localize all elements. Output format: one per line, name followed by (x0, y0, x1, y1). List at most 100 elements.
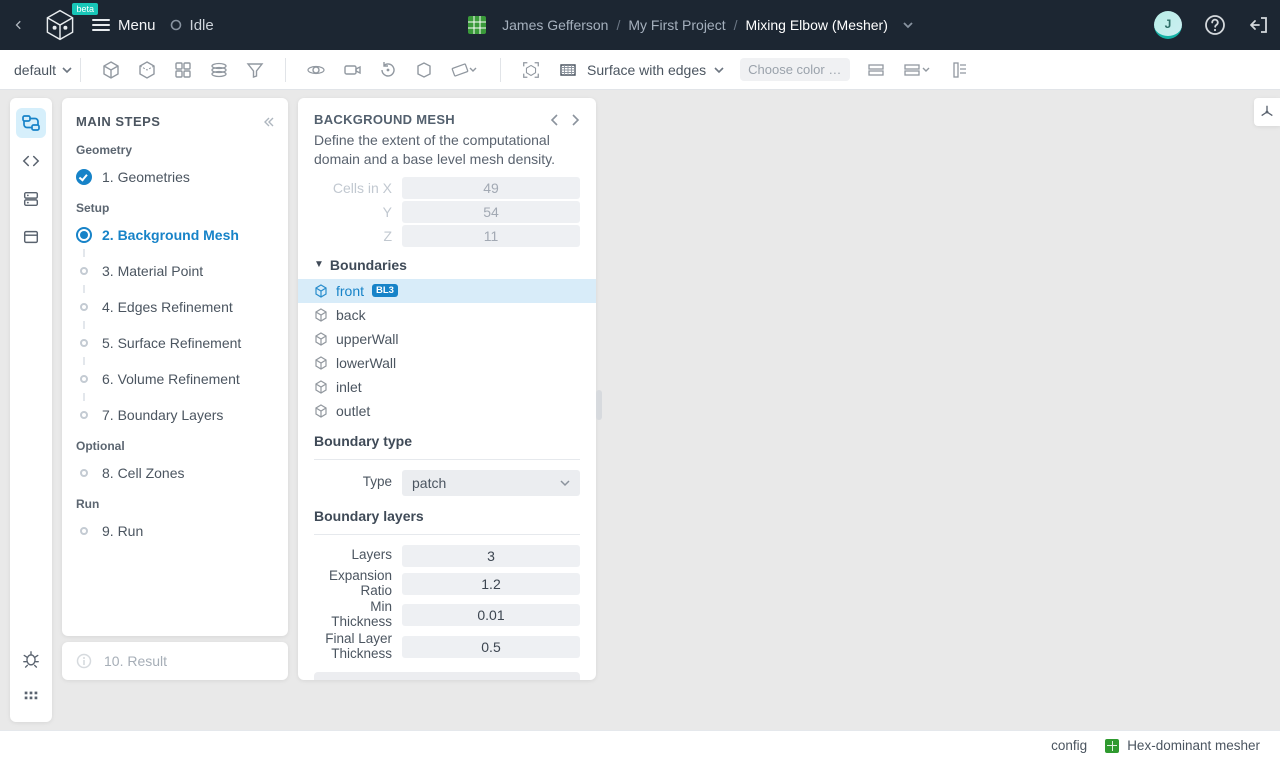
user-avatar[interactable]: J (1154, 11, 1182, 39)
step-background-mesh[interactable]: 2. Background Mesh (76, 221, 274, 249)
step-label: 5. Surface Refinement (102, 335, 241, 351)
footer-mesher[interactable]: Hex-dominant mesher (1105, 738, 1260, 753)
panel-resize-handle[interactable] (596, 390, 602, 420)
rotate-icon[interactable] (378, 60, 398, 80)
work-area: MAIN STEPS Geometry1. GeometriesSetup2. … (0, 90, 1280, 730)
breadcrumb: James Gefferson / My First Project / Mix… (502, 17, 888, 33)
boundary-item-lowerWall[interactable]: lowerWall (298, 351, 596, 375)
final-layer-thickness-input[interactable]: 0.5 (402, 636, 580, 658)
step-boundary-layers[interactable]: 7. Boundary Layers (76, 401, 274, 429)
chevron-down-icon (714, 65, 724, 75)
orbit-icon[interactable] (306, 60, 326, 80)
camera-icon[interactable] (342, 60, 362, 80)
boundary-item-back[interactable]: back (298, 303, 596, 327)
step-label: 2. Background Mesh (102, 227, 239, 243)
inspector-description: Define the extent of the computational d… (314, 131, 580, 169)
colormap-icon[interactable] (866, 60, 886, 80)
boundary-layers-header: Boundary layers (314, 508, 580, 524)
step-volume-refinement[interactable]: 6. Volume Refinement (76, 365, 274, 393)
rail-workflow-button[interactable] (16, 108, 46, 138)
cube-front-icon[interactable] (101, 60, 121, 80)
exit-button[interactable] (1248, 14, 1270, 36)
footer-config[interactable]: config (1051, 738, 1087, 753)
inspector-next-button[interactable] (570, 114, 580, 126)
expansion-ratio-input[interactable]: 1.2 (402, 573, 580, 595)
chevron-down-icon (62, 65, 72, 75)
status-bar: config Hex-dominant mesher (0, 730, 1280, 760)
rail-window-button[interactable] (16, 222, 46, 252)
cells-y-input[interactable]: 54 (402, 201, 580, 223)
steps-group-label: Optional (76, 439, 274, 453)
step-run[interactable]: 9. Run (76, 517, 274, 545)
legend-icon[interactable] (950, 60, 970, 80)
fit-view-icon[interactable] (521, 60, 541, 80)
min-thickness-input[interactable]: 0.01 (402, 604, 580, 626)
inspector-prev-button[interactable] (550, 114, 560, 126)
surface-mode-dropdown[interactable]: Surface with edges (557, 59, 724, 81)
ruler-dropdown-icon[interactable] (450, 60, 480, 80)
hamburger-icon (92, 18, 110, 32)
viewport-axes-button[interactable] (1254, 98, 1280, 126)
boundary-type-select[interactable]: patch (402, 470, 580, 496)
remove-layers-button[interactable]: Remove layers (314, 672, 580, 680)
inspector-title: BACKGROUND MESH (314, 112, 455, 127)
boundary-layer-badge: BL3 (372, 284, 398, 297)
boundary-item-outlet[interactable]: outlet (298, 399, 596, 423)
back-button[interactable] (10, 5, 28, 45)
step-cell-zones[interactable]: 8. Cell Zones (76, 459, 274, 487)
step-material-point[interactable]: 3. Material Point (76, 257, 274, 285)
boundaries-section-header[interactable]: ▼Boundaries (314, 257, 580, 273)
title-bar: beta Menu Idle James Gefferson / My Firs… (0, 0, 1280, 50)
app-logo: beta (42, 7, 78, 43)
breadcrumb-current[interactable]: Mixing Elbow (Mesher) (746, 17, 888, 33)
boundary-item-upperWall[interactable]: upperWall (298, 327, 596, 351)
boundary-type-header: Boundary type (314, 433, 580, 449)
steps-panel: MAIN STEPS Geometry1. GeometriesSetup2. … (62, 98, 288, 636)
breadcrumb-project[interactable]: My First Project (628, 17, 725, 33)
step-geometries[interactable]: 1. Geometries (76, 163, 274, 191)
cells-z-input[interactable]: 11 (402, 225, 580, 247)
box-icon[interactable] (414, 60, 434, 80)
cube-wire-icon[interactable] (137, 60, 157, 80)
grid-icon[interactable] (173, 60, 193, 80)
boundary-item-inlet[interactable]: inlet (298, 375, 596, 399)
result-label: 10. Result (104, 653, 167, 669)
breadcrumb-user[interactable]: James Gefferson (502, 17, 608, 33)
collapse-steps-button[interactable] (262, 116, 274, 128)
colormap-dropdown-icon[interactable] (902, 60, 934, 80)
rail-code-button[interactable] (16, 146, 46, 176)
view-preset-dropdown[interactable]: default (14, 62, 72, 78)
status-dot-icon (170, 19, 182, 31)
layers-input[interactable]: 3 (402, 545, 580, 567)
layers-icon[interactable] (209, 60, 229, 80)
filter-icon[interactable] (245, 60, 265, 80)
result-step: 10. Result (62, 642, 288, 680)
main-menu-button[interactable]: Menu (92, 17, 156, 34)
cells-x-input[interactable]: 49 (402, 177, 580, 199)
steps-group-label: Run (76, 497, 274, 511)
step-label: 8. Cell Zones (102, 465, 184, 481)
chevron-down-icon (560, 478, 570, 488)
beta-badge: beta (72, 3, 98, 15)
rail-storage-button[interactable] (16, 184, 46, 214)
left-rail (10, 98, 52, 722)
step-label: 7. Boundary Layers (102, 407, 223, 423)
boundary-item-front[interactable]: frontBL3 (298, 279, 596, 303)
step-label: 3. Material Point (102, 263, 203, 279)
help-button[interactable] (1204, 14, 1226, 36)
step-surface-refinement[interactable]: 5. Surface Refinement (76, 329, 274, 357)
steps-group-label: Setup (76, 201, 274, 215)
step-edges-refinement[interactable]: 4. Edges Refinement (76, 293, 274, 321)
rail-apps-button[interactable] (16, 682, 46, 712)
step-label: 9. Run (102, 523, 143, 539)
surface-edges-icon (557, 59, 579, 81)
rail-bug-button[interactable] (16, 644, 46, 674)
step-label: 1. Geometries (102, 169, 190, 185)
steps-group-label: Geometry (76, 143, 274, 157)
mesher-icon (1105, 739, 1119, 753)
color-field-select[interactable]: Choose color fi… (740, 58, 850, 81)
breadcrumb-dropdown-icon[interactable] (902, 19, 914, 31)
status-indicator: Idle (170, 17, 214, 34)
info-icon (76, 653, 92, 669)
main-toolbar: default Surface with edges Choose color … (0, 50, 1280, 90)
